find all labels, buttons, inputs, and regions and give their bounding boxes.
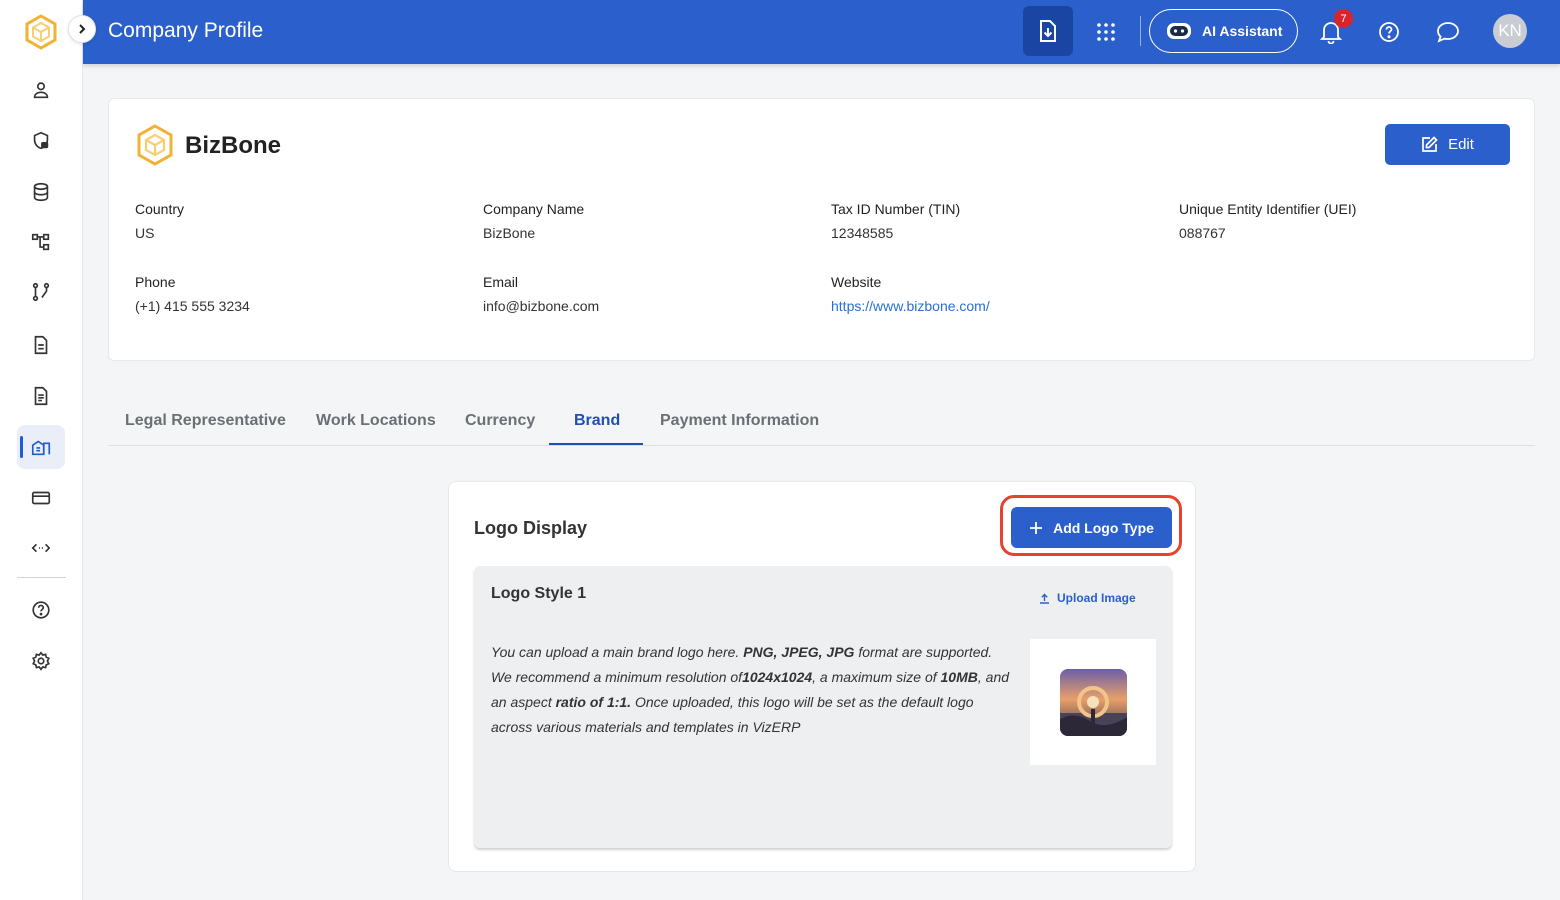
hierarchy-icon [31, 233, 50, 251]
field-value: (+1) 415 555 3234 [135, 298, 250, 314]
tab-brand[interactable]: Brand [574, 412, 620, 430]
database-icon [33, 182, 49, 202]
field-label: Website [831, 274, 882, 290]
sidebar-item-hierarchy[interactable] [17, 220, 65, 264]
logo-style-panel: Logo Style 1 Upload Image You can upload… [474, 566, 1172, 848]
field-label: Country [135, 201, 185, 217]
field-company-name: Company Name BizBone [483, 201, 584, 241]
sidebar-item-documents[interactable] [17, 323, 65, 367]
field-uei: Unique Entity Identifier (UEI) 088767 [1179, 201, 1356, 241]
chat-button[interactable] [1433, 17, 1463, 47]
edit-icon [1422, 136, 1438, 152]
plus-icon [1030, 521, 1043, 534]
logo-upload-description: You can upload a main brand logo here. P… [491, 644, 1010, 735]
apps-grid-icon [1097, 23, 1115, 41]
company-brand-name: BizBone [185, 132, 281, 159]
help-button[interactable] [1374, 17, 1404, 47]
website-link[interactable]: https://www.bizbone.com/ [831, 298, 990, 314]
user-icon [33, 82, 49, 99]
workflow-icon [32, 282, 50, 302]
field-email: Email info@bizbone.com [483, 274, 599, 314]
sidebar-item-reports[interactable] [17, 374, 65, 418]
notification-badge: 7 [1334, 9, 1353, 28]
tab-legal-representative[interactable]: Legal Representative [125, 412, 286, 430]
sidebar-item-company[interactable] [17, 425, 65, 469]
credit-card-icon [31, 491, 51, 505]
upload-image-button[interactable]: Upload Image [1039, 591, 1136, 605]
chevron-right-icon [79, 24, 86, 34]
field-value: 088767 [1179, 225, 1226, 241]
sidebar-item-billing[interactable] [17, 476, 65, 520]
add-logo-type-button[interactable]: Add Logo Type [1011, 507, 1172, 548]
user-avatar[interactable]: KN [1493, 14, 1527, 48]
sidebar-item-settings[interactable] [17, 639, 65, 683]
robot-icon [1167, 23, 1191, 39]
field-phone: Phone (+1) 415 555 3234 [135, 274, 250, 314]
field-label: Email [483, 274, 519, 290]
upload-icon [1040, 593, 1049, 604]
header-separator [1140, 16, 1141, 46]
ai-assistant-label: AI Assistant [1202, 23, 1283, 39]
tab-currency[interactable]: Currency [465, 412, 535, 430]
field-label: Phone [135, 274, 176, 290]
shield-lock-icon [33, 131, 49, 150]
help-circle-icon [1379, 22, 1399, 42]
field-value: US [135, 225, 155, 241]
company-building-icon [31, 440, 51, 456]
field-value: 12348585 [831, 225, 894, 241]
sidebar-item-workflow[interactable] [17, 270, 65, 314]
apps-grid-button[interactable] [1091, 17, 1121, 47]
chat-bubble-icon [1437, 22, 1459, 43]
sidebar-item-help[interactable] [17, 588, 65, 632]
company-info-card: BizBone Edit Country US Company Name Biz… [108, 98, 1535, 361]
sidebar-item-database[interactable] [17, 170, 65, 214]
document-list-icon [34, 386, 48, 406]
field-website: Website https://www.bizbone.com/ [831, 274, 990, 314]
top-header: Company Profile AI Assistant 7 KN [83, 0, 1560, 64]
tab-work-locations[interactable]: Work Locations [316, 412, 436, 430]
tab-payment-information[interactable]: Payment Information [660, 412, 819, 430]
field-label: Company Name [483, 201, 585, 217]
logo-display-card: Logo Display Add Logo Type Logo Style 1 … [448, 481, 1196, 872]
sidebar-item-user[interactable] [17, 68, 65, 112]
logo-preview-box[interactable] [1030, 639, 1156, 765]
sidebar-item-security[interactable] [17, 119, 65, 163]
document-icon [34, 335, 48, 355]
field-value: info@bizbone.com [483, 298, 600, 314]
sidebar [0, 0, 83, 900]
sidebar-item-integrations[interactable] [17, 526, 65, 570]
ai-assistant-button[interactable]: AI Assistant [1149, 9, 1298, 53]
file-download-icon [1040, 20, 1056, 42]
help-icon [32, 601, 50, 619]
field-label: Unique Entity Identifier (UEI) [1179, 201, 1357, 217]
logo-display-title: Logo Display [474, 518, 588, 538]
field-country: Country US [135, 201, 184, 241]
field-label: Tax ID Number (TIN) [831, 201, 961, 217]
profile-tabs: Legal Representative Work Locations Curr… [108, 398, 1535, 446]
logo-preview-image [1059, 668, 1127, 736]
field-tin: Tax ID Number (TIN) 12348585 [831, 201, 960, 241]
active-tab-indicator [549, 443, 643, 445]
field-value: BizBone [483, 225, 536, 241]
logo-style-title: Logo Style 1 [491, 585, 587, 602]
upload-image-label: Upload Image [1057, 591, 1136, 605]
download-button[interactable] [1023, 6, 1073, 56]
sidebar-toggle-button[interactable] [68, 15, 96, 43]
edit-label: Edit [1448, 136, 1474, 153]
sidebar-divider [17, 577, 66, 578]
page-title: Company Profile [108, 19, 264, 42]
edit-button[interactable]: Edit [1385, 124, 1510, 165]
app-logo-icon[interactable] [24, 14, 58, 50]
add-logo-type-label: Add Logo Type [1053, 519, 1154, 536]
company-logo-icon [137, 124, 173, 166]
api-arrows-icon [31, 543, 51, 553]
settings-icon [32, 651, 50, 671]
